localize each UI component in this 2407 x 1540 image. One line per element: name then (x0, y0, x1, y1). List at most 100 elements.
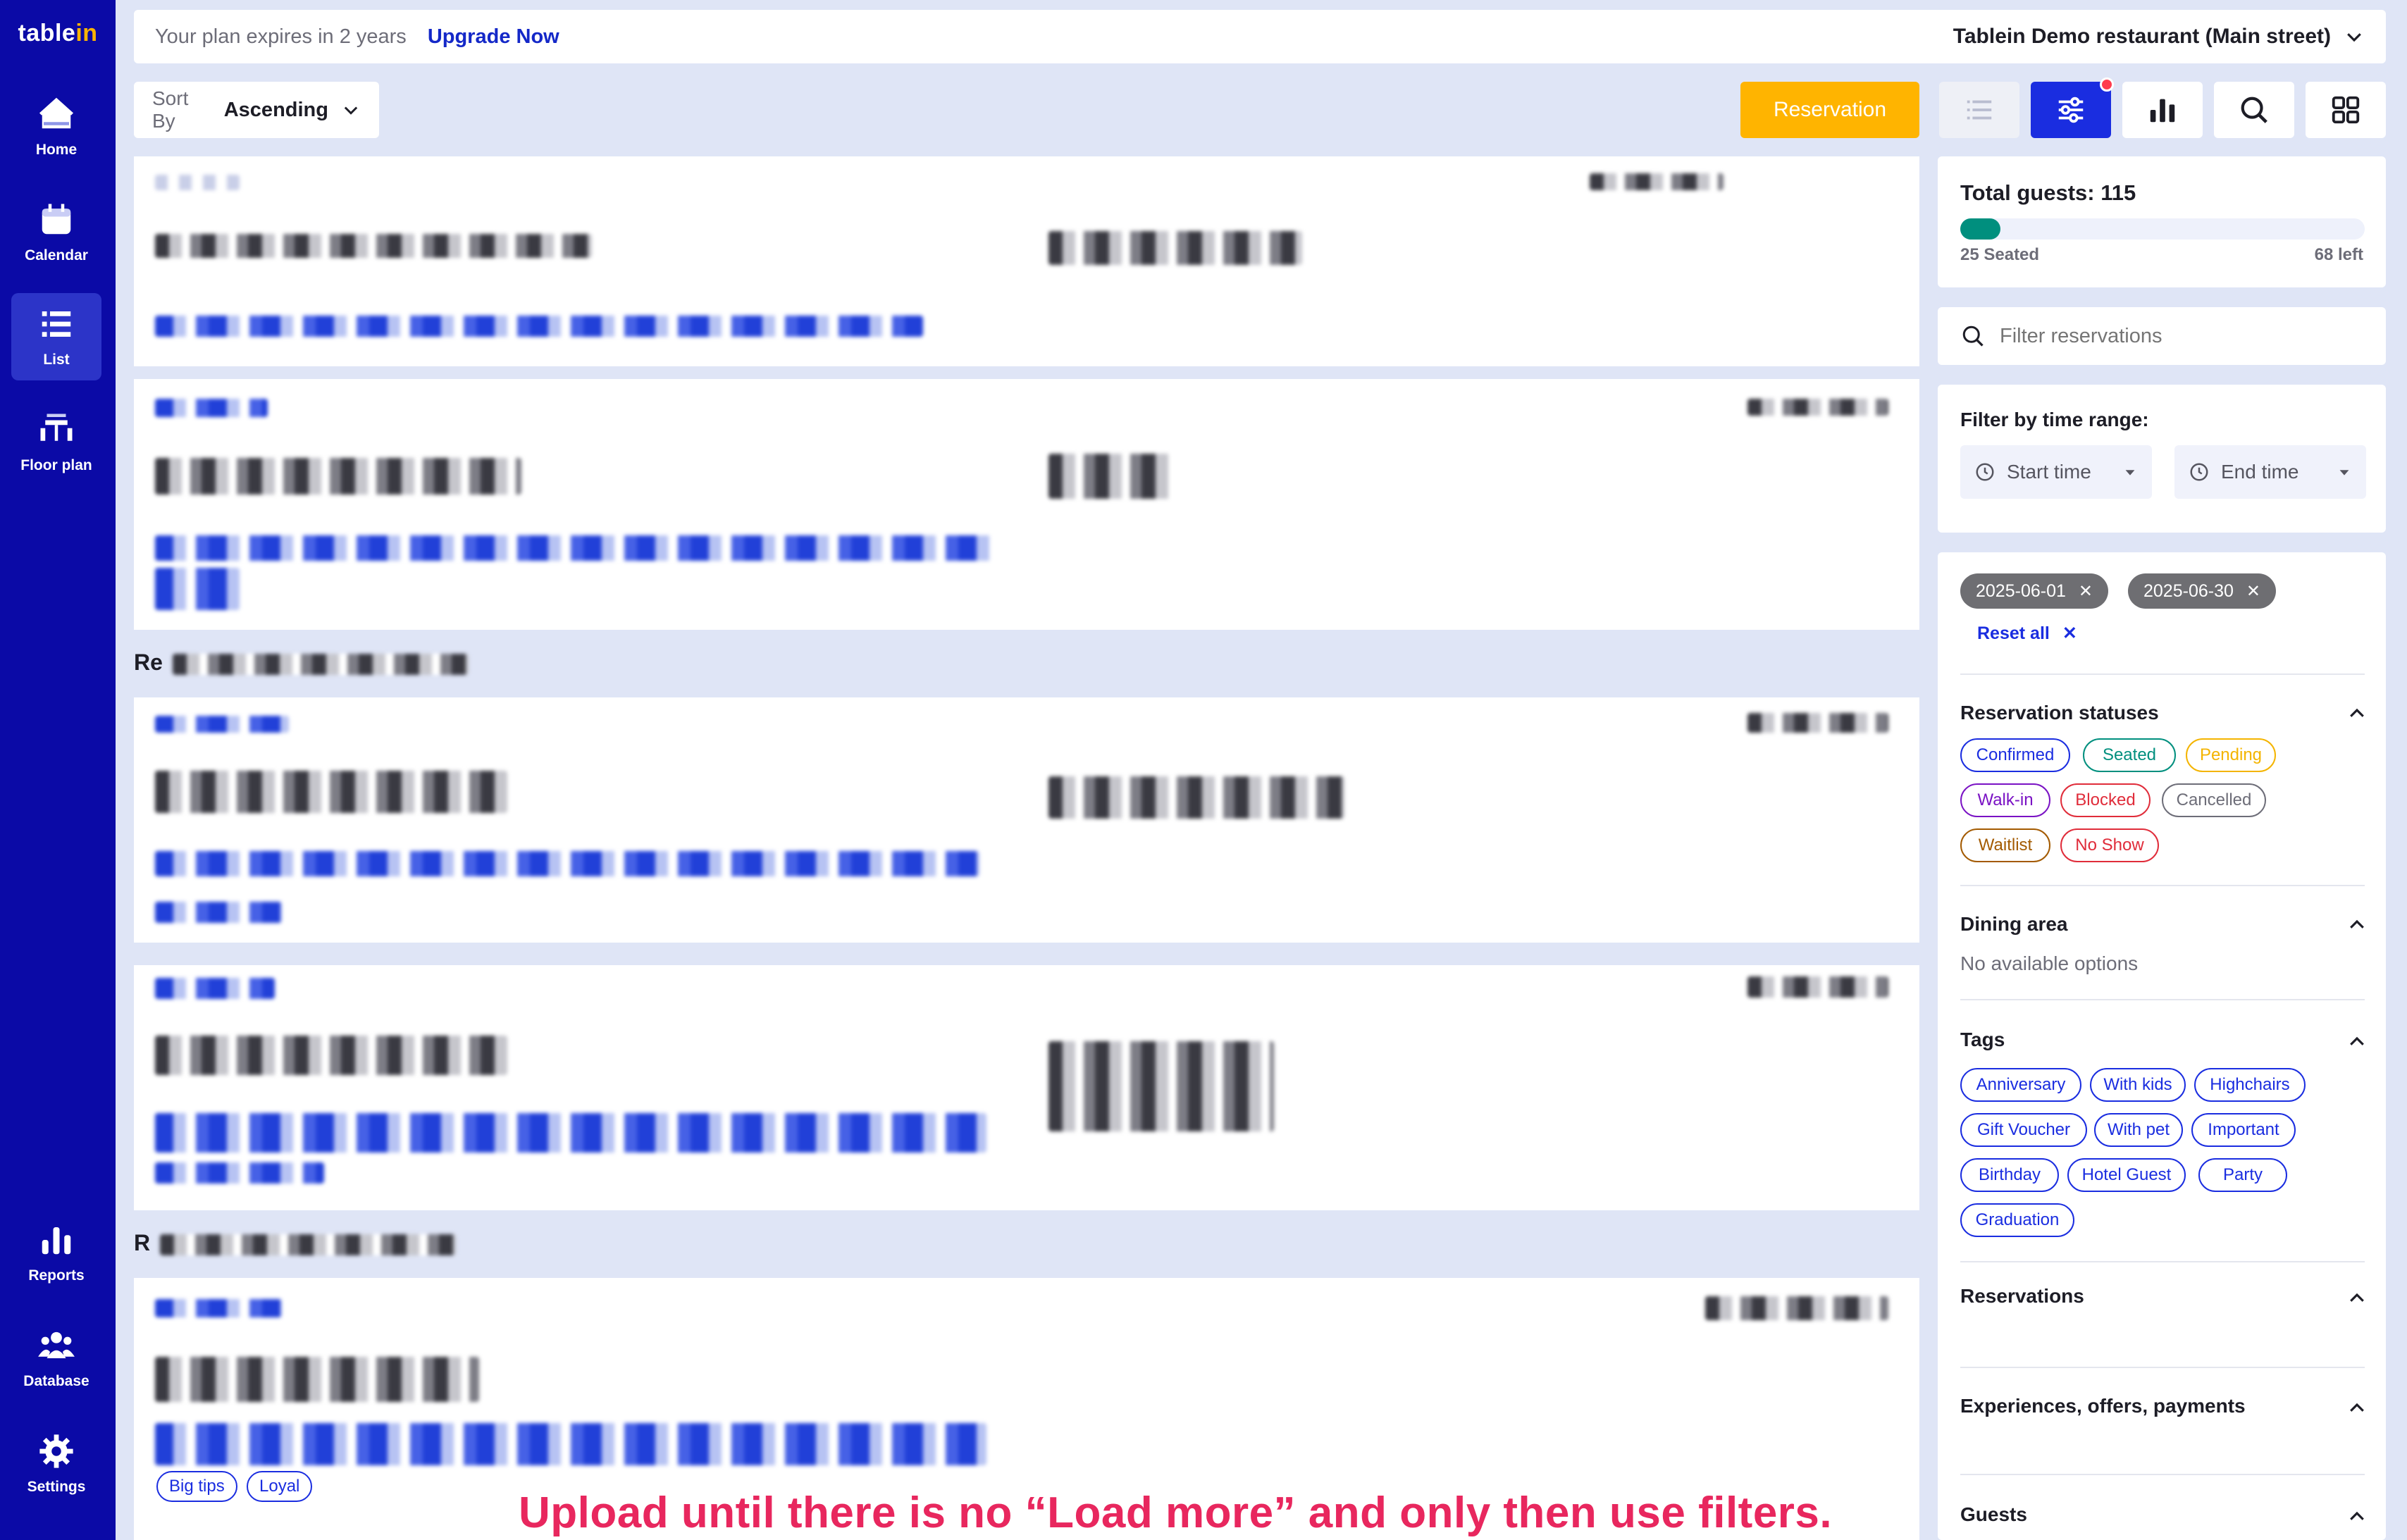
end-time-select[interactable]: End time (2174, 445, 2366, 499)
tag-party-pill[interactable]: Party (2198, 1158, 2287, 1192)
nav-calendar[interactable]: Calendar (11, 189, 101, 276)
reservation-card[interactable] (134, 379, 1919, 630)
tag-graduation-pill[interactable]: Graduation (1960, 1203, 2074, 1237)
start-time-label: Start time (2007, 461, 2091, 483)
left-count: 68 left (2314, 245, 2363, 264)
blurred-text (1747, 399, 1888, 416)
nav-list-label: List (43, 352, 70, 368)
status-waitlist-pill[interactable]: Waitlist (1960, 828, 2050, 862)
sort-dropdown[interactable]: Sort By Ascending (134, 82, 379, 138)
blurred-text (155, 568, 240, 610)
divider (1960, 1367, 2365, 1368)
dining-area-empty: No available options (1960, 952, 2139, 974)
chevron-up-icon[interactable] (2346, 1288, 2368, 1309)
nav-reports[interactable]: Reports (11, 1209, 101, 1296)
tags-section-title[interactable]: Tags (1960, 1029, 2005, 1051)
date-from-chip[interactable]: 2025-06-01 ✕ (1960, 573, 2108, 609)
end-time-label: End time (2221, 461, 2299, 483)
blurred-text (155, 234, 592, 258)
status-pending-pill[interactable]: Pending (2186, 738, 2276, 772)
reservation-card[interactable] (134, 965, 1919, 1210)
blurred-text (172, 653, 469, 675)
nav-floor-plan[interactable]: Floor plan (11, 399, 101, 486)
blurred-text (1747, 976, 1888, 998)
filters-button[interactable] (2031, 77, 2114, 138)
blurred-text (160, 1234, 457, 1255)
statistics-button[interactable] (2122, 82, 2203, 138)
tag-gift-voucher-pill[interactable]: Gift Voucher (1960, 1113, 2087, 1147)
tag-with-pet-pill[interactable]: With pet (2094, 1113, 2183, 1147)
group-header: R (134, 1230, 457, 1256)
tag-birthday-pill[interactable]: Birthday (1960, 1158, 2059, 1192)
blurred-text (1048, 1041, 1274, 1131)
start-time-select[interactable]: Start time (1960, 445, 2152, 499)
chevron-up-icon[interactable] (2346, 1506, 2368, 1527)
experiences-section-title[interactable]: Experiences, offers, payments (1960, 1395, 2246, 1417)
blurred-text (155, 1113, 986, 1153)
blurred-text (155, 316, 923, 337)
tag-hotel-guest-pill[interactable]: Hotel Guest (2067, 1158, 2186, 1192)
notification-dot (2100, 77, 2114, 92)
reservations-section-title[interactable]: Reservations (1960, 1285, 2084, 1308)
close-icon[interactable]: ✕ (2246, 581, 2260, 602)
search-icon (2241, 97, 2267, 123)
list-view-button[interactable] (1939, 82, 2019, 138)
blurred-text (155, 851, 979, 876)
tag-highchairs-pill[interactable]: Highchairs (2194, 1068, 2306, 1102)
filter-reservations-input[interactable] (2000, 324, 2352, 348)
calendar-icon (42, 204, 71, 235)
blurred-text (155, 1357, 479, 1402)
card-tag-chip[interactable]: Big tips (156, 1471, 237, 1502)
blurred-text (1590, 173, 1724, 190)
divider (1960, 999, 2365, 1000)
blurred-text (1705, 1296, 1888, 1320)
status-no-show-pill[interactable]: No Show (2060, 828, 2159, 862)
status-seated-pill[interactable]: Seated (2083, 738, 2176, 772)
blurred-text (155, 175, 240, 190)
chevron-up-icon[interactable] (2346, 914, 2368, 936)
status-blocked-pill[interactable]: Blocked (2060, 783, 2151, 817)
nav-list[interactable]: List (11, 293, 101, 380)
blurred-text (1048, 776, 1344, 819)
sliders-icon (2058, 97, 2084, 123)
tag-anniversary-pill[interactable]: Anniversary (1960, 1068, 2081, 1102)
reset-all-link[interactable]: Reset all ✕ (1977, 623, 2077, 644)
nav-home-label: Home (35, 142, 78, 158)
status-walk-in-pill[interactable]: Walk-in (1960, 783, 2050, 817)
divider (1960, 1261, 2365, 1262)
new-reservation-button[interactable]: Reservation (1740, 82, 1919, 138)
nav-database-label: Database (23, 1373, 89, 1389)
chevron-up-icon[interactable] (2346, 703, 2368, 724)
clock-icon (2190, 463, 2208, 481)
chevron-up-icon[interactable] (2346, 1031, 2368, 1052)
reports-icon (42, 1227, 71, 1255)
tag-important-pill[interactable]: Important (2191, 1113, 2296, 1147)
sort-label: Sort By (152, 87, 189, 132)
status-cancelled-pill[interactable]: Cancelled (2162, 783, 2266, 817)
app-logo[interactable]: tablein (0, 20, 116, 47)
search-button[interactable] (2214, 82, 2294, 138)
reservation-card[interactable] (134, 697, 1919, 943)
grid-view-button[interactable] (2306, 82, 2386, 138)
blurred-text (1048, 231, 1302, 265)
filter-search-box[interactable] (1938, 307, 2386, 365)
guests-section-title[interactable]: Guests (1960, 1503, 2027, 1526)
dining-area-section-title[interactable]: Dining area (1960, 913, 2067, 936)
reservation-card[interactable] (134, 156, 1919, 366)
chevron-up-icon[interactable] (2346, 1398, 2368, 1419)
card-tag-chip[interactable]: Loyal (247, 1471, 313, 1502)
divider (1960, 885, 2365, 886)
status-confirmed-pill[interactable]: Confirmed (1960, 738, 2070, 772)
nav-settings[interactable]: Settings (11, 1420, 101, 1508)
statuses-section-title[interactable]: Reservation statuses (1960, 702, 2159, 724)
nav-home[interactable]: Home (11, 83, 101, 170)
date-from-label: 2025-06-01 (1976, 580, 2066, 601)
blurred-text (155, 902, 282, 923)
nav-database[interactable]: Database (11, 1315, 101, 1402)
date-to-chip[interactable]: 2025-06-30 ✕ (2128, 573, 2276, 609)
upgrade-now-link[interactable]: Upgrade Now (428, 25, 559, 49)
tag-with-kids-pill[interactable]: With kids (2090, 1068, 2186, 1102)
restaurant-selector[interactable]: Tablein Demo restaurant (Main street) (1953, 25, 2365, 49)
close-icon[interactable]: ✕ (2079, 581, 2093, 602)
top-bar: Your plan expires in 2 years Upgrade Now… (134, 10, 2386, 63)
